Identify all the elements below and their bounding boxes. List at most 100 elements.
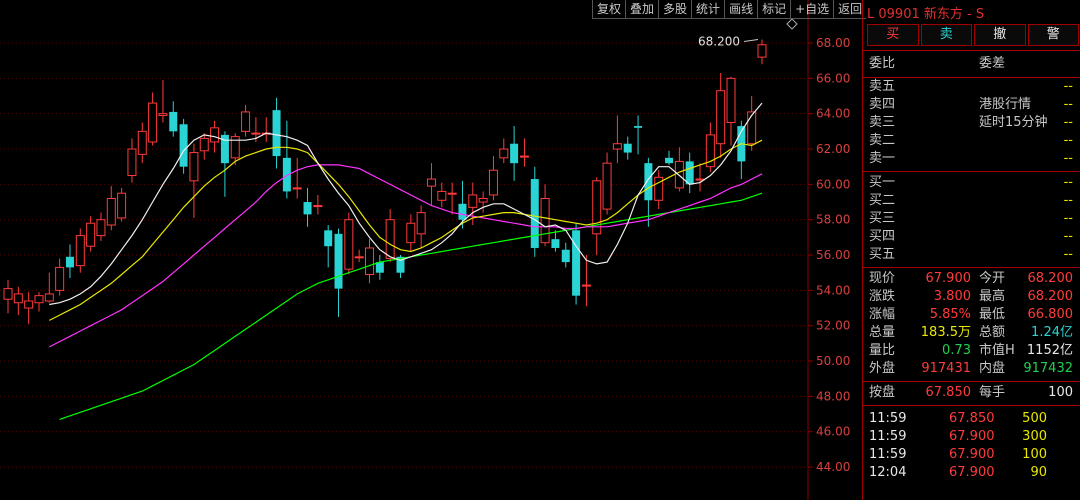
stat-value: 183.5万 [920, 325, 971, 340]
stat-label: 内盘 [979, 361, 1006, 376]
ask-level-value: -- [1063, 79, 1073, 94]
stock-title: L 09901 新东方 - S [867, 7, 985, 22]
stat-row: 外盘 917431 内盘 917432 [869, 360, 1077, 378]
y-tick-label: 44.00 [816, 460, 850, 474]
tick-price: 67.900 [949, 447, 995, 462]
candle-body [665, 157, 674, 164]
stat-value: 66.800 [1027, 307, 1074, 322]
candle-body [581, 284, 591, 287]
bid-level-label: 买三 [869, 211, 896, 226]
weicha-label: 委差 [979, 56, 1006, 71]
toolbar-button-add-watchlist[interactable]: +自选 [790, 0, 834, 19]
candle-body [137, 130, 147, 155]
chart-toolbar: 复权 叠加 多股 统计 画线 标记 +自选 返回 [592, 0, 867, 19]
tick-volume: 300 [1022, 429, 1047, 444]
candle-body [426, 178, 436, 187]
candle-body [55, 266, 65, 291]
cancel-order-button[interactable]: 撤 [974, 24, 1026, 46]
divider [863, 381, 1080, 382]
stat-row: 现价 67.900 今开 68.200 [869, 270, 1077, 288]
candle-body [685, 161, 694, 185]
stat-value: 68.200 [1027, 271, 1074, 286]
quote-panel: L 09901 新东方 - S 买 卖 撤 警 委比 委差 卖五 -- 卖四 港… [862, 0, 1080, 500]
toolbar-button-fuquan[interactable]: 复权 [592, 0, 626, 19]
candle-body [561, 249, 570, 263]
tick-volume: 100 [1022, 447, 1047, 462]
candle-body [65, 256, 74, 268]
candle-body [303, 202, 312, 215]
order-book-row: 卖五 -- [869, 78, 1077, 96]
candle-body [34, 295, 44, 304]
y-tick-label: 46.00 [816, 425, 850, 439]
tick-row: 11:59 67.900 300 [869, 428, 1077, 446]
ask-level-value: -- [1063, 151, 1073, 166]
candle-body [3, 288, 13, 300]
order-book-row: 买一 -- [869, 174, 1077, 192]
stat-label: 量比 [869, 343, 896, 358]
tick-price: 67.850 [949, 411, 995, 426]
candle-body [127, 148, 137, 177]
candle-body [695, 178, 705, 181]
candle-body [344, 219, 354, 270]
stat-value: 68.200 [1027, 289, 1074, 304]
candle-body [716, 90, 726, 145]
candle-body [406, 222, 416, 244]
tick-volume: 500 [1022, 411, 1047, 426]
bid-level-value: -- [1063, 175, 1073, 190]
toolbar-button-draw-line[interactable]: 画线 [724, 0, 758, 19]
y-tick-label: 54.00 [816, 283, 850, 297]
candle-body [416, 212, 426, 235]
candle-body [199, 137, 209, 152]
sell-button[interactable]: 卖 [920, 24, 972, 46]
order-book-row: 卖三 延时15分钟 -- [869, 114, 1077, 132]
candle-body [365, 247, 375, 275]
candle-body [612, 143, 622, 150]
candle-body [158, 113, 168, 116]
y-tick-label: 56.00 [816, 248, 850, 262]
candle-body [437, 190, 447, 201]
candle-body [251, 132, 261, 135]
candle-body [519, 155, 529, 158]
candle-body [169, 111, 178, 132]
stat-value: 1152亿 [1026, 343, 1073, 358]
candle-body [13, 293, 23, 304]
stat-row: 涨幅 5.85% 最低 66.800 [869, 306, 1077, 324]
toolbar-button-multi-stock[interactable]: 多股 [658, 0, 692, 19]
candle-body [106, 197, 116, 226]
anpan-label: 按盘 [869, 385, 896, 400]
stat-label: 总量 [869, 325, 896, 340]
candle-body [75, 235, 85, 267]
candlestick-chart[interactable]: 68.00 66.00 64.00 62.00 60.00 58.00 56.00 54.00… [0, 0, 862, 500]
stat-row: 总量 183.5万 总额 1.24亿 [869, 324, 1077, 342]
order-book-row: 卖二 -- [869, 132, 1077, 150]
toolbar-button-stats[interactable]: 统计 [691, 0, 725, 19]
y-tick-label: 52.00 [816, 319, 850, 333]
ask-level-label: 卖一 [869, 151, 896, 166]
candle-body [602, 162, 612, 210]
y-tick-label: 66.00 [816, 71, 850, 85]
candle-body [24, 300, 34, 309]
candle-body [272, 110, 281, 157]
bid-level-value: -- [1063, 229, 1073, 244]
divider [863, 171, 1080, 172]
tick-time: 12:04 [869, 465, 907, 480]
candle-body [354, 256, 364, 259]
toolbar-button-overlay[interactable]: 叠加 [625, 0, 659, 19]
stat-value: 917431 [921, 361, 971, 376]
last-price-leader [743, 38, 759, 42]
buy-button[interactable]: 买 [867, 24, 919, 46]
candle-body [551, 239, 560, 248]
diamond-icon[interactable] [786, 18, 798, 30]
weibi-label: 委比 [869, 56, 896, 71]
stat-label: 总额 [979, 325, 1006, 340]
stat-value: 0.73 [942, 343, 971, 358]
candle-body [324, 230, 333, 247]
candle-body [96, 219, 106, 237]
toolbar-button-mark[interactable]: 标记 [757, 0, 791, 19]
order-book-row: 买三 -- [869, 210, 1077, 228]
candle-body [747, 111, 757, 145]
bid-level-label: 买五 [869, 247, 896, 262]
alert-button[interactable]: 警 [1027, 24, 1079, 46]
candle-body [488, 169, 498, 196]
stat-value: 3.800 [933, 289, 971, 304]
